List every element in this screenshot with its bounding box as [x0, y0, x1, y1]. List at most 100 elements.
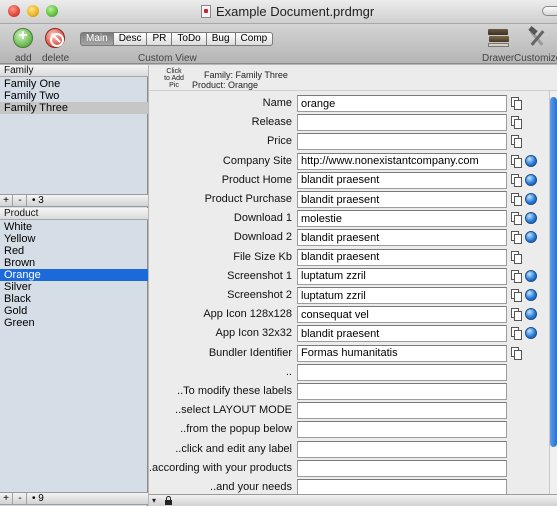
tab-comp[interactable]: Comp	[235, 32, 274, 46]
product-remove-button[interactable]: -	[14, 493, 27, 504]
product-item[interactable]: Yellow	[0, 233, 148, 245]
product-item[interactable]: Brown	[0, 257, 148, 269]
field-label: ..	[285, 365, 292, 378]
form-scrollbar[interactable]	[549, 91, 557, 494]
zoom-window-button[interactable]	[46, 5, 58, 17]
add-icon[interactable]	[13, 27, 33, 48]
field-input[interactable]	[297, 133, 507, 151]
field-label: ..select LAYOUT MODE	[175, 404, 292, 417]
form-row: Screenshot 2	[149, 287, 549, 305]
toolbar-toggle-button[interactable]	[542, 6, 557, 16]
field-input[interactable]	[297, 267, 507, 285]
tab-pr[interactable]: PR	[147, 32, 173, 46]
product-form: Name Release Price Company Site Product Home…	[149, 91, 549, 494]
copy-icon[interactable]	[511, 269, 522, 283]
add-picture-well[interactable]: Click to Add Pic	[163, 68, 185, 89]
field-input[interactable]	[297, 152, 507, 170]
tab-bug[interactable]: Bug	[206, 32, 236, 46]
product-item[interactable]: White	[0, 221, 148, 233]
field-input[interactable]	[297, 325, 507, 343]
field-label: ..To modify these labels	[177, 385, 292, 397]
drawer-button-label[interactable]: Drawer	[482, 53, 514, 64]
view-tabs: Main Desc PR ToDo Bug Comp	[80, 32, 274, 46]
family-count: • 3	[32, 195, 44, 206]
family-item[interactable]: Family One	[0, 78, 148, 90]
toolbar: add delete Main Desc PR ToDo Bug Comp Cu…	[0, 24, 557, 64]
field-input[interactable]	[297, 95, 507, 112]
family-list-header[interactable]: Family	[0, 65, 148, 77]
tab-desc[interactable]: Desc	[113, 32, 148, 46]
copy-icon[interactable]	[511, 231, 522, 245]
field-input[interactable]	[297, 171, 507, 189]
copy-icon[interactable]	[511, 212, 522, 226]
copy-icon[interactable]	[511, 154, 522, 168]
product-summary: Product: Orange	[192, 80, 259, 90]
family-item[interactable]: Family Two	[0, 90, 148, 102]
globe-icon[interactable]	[525, 308, 537, 321]
copy-icon[interactable]	[511, 193, 522, 206]
delete-icon[interactable]	[45, 28, 65, 48]
product-item-selected[interactable]: Orange	[0, 269, 148, 281]
field-input[interactable]	[297, 114, 507, 132]
copy-icon[interactable]	[511, 116, 522, 130]
copy-icon[interactable]	[511, 173, 522, 187]
globe-icon[interactable]	[525, 269, 537, 282]
globe-icon[interactable]	[525, 154, 537, 167]
field-input[interactable]	[297, 363, 507, 381]
field-input[interactable]	[297, 421, 507, 439]
drawer-icon[interactable]	[488, 29, 510, 47]
field-input[interactable]	[297, 248, 507, 266]
field-input[interactable]	[297, 402, 507, 420]
delete-button-label[interactable]: delete	[42, 53, 69, 64]
globe-icon[interactable]	[525, 327, 537, 340]
copy-icon[interactable]	[511, 327, 522, 341]
form-row: Download 2	[149, 229, 549, 247]
add-button-label[interactable]: add	[15, 53, 32, 64]
customize-button-label[interactable]: Customize	[514, 53, 557, 64]
globe-icon[interactable]	[525, 193, 537, 205]
tab-todo[interactable]: ToDo	[172, 32, 207, 46]
copy-icon[interactable]	[511, 289, 522, 302]
field-input[interactable]	[297, 306, 507, 324]
field-input[interactable]	[297, 383, 507, 400]
field-input[interactable]	[297, 479, 507, 494]
field-input[interactable]	[297, 210, 507, 228]
close-window-button[interactable]	[8, 5, 20, 17]
product-item[interactable]: Green	[0, 317, 148, 329]
field-input[interactable]	[297, 344, 507, 362]
globe-icon[interactable]	[525, 212, 537, 225]
form-row: ..click and edit any label	[149, 440, 549, 459]
globe-icon[interactable]	[525, 173, 537, 186]
layout-mode-popup[interactable]: ▾	[152, 496, 156, 505]
customize-icon[interactable]	[527, 26, 547, 48]
family-remove-button[interactable]: -	[14, 195, 27, 206]
field-input[interactable]	[297, 287, 507, 304]
form-row: ..	[149, 363, 549, 382]
product-item[interactable]: Silver	[0, 281, 148, 293]
product-item[interactable]: Black	[0, 293, 148, 305]
family-add-button[interactable]: +	[0, 195, 13, 206]
product-add-button[interactable]: +	[0, 493, 13, 504]
field-input[interactable]	[297, 459, 507, 477]
minimize-window-button[interactable]	[27, 5, 39, 17]
form-row: ..select LAYOUT MODE	[149, 402, 549, 420]
copy-icon[interactable]	[511, 346, 522, 360]
form-scrollbar-thumb[interactable]	[550, 97, 557, 447]
copy-icon[interactable]	[511, 135, 522, 149]
field-input[interactable]	[297, 440, 507, 458]
lock-icon[interactable]	[165, 496, 172, 505]
family-item-selected[interactable]: Family Three	[0, 102, 148, 114]
globe-icon[interactable]	[525, 231, 537, 244]
copy-icon[interactable]	[511, 97, 522, 110]
field-input[interactable]	[297, 191, 507, 208]
copy-icon[interactable]	[511, 250, 522, 264]
product-item[interactable]: Red	[0, 245, 148, 257]
field-input[interactable]	[297, 229, 507, 247]
globe-icon[interactable]	[525, 289, 537, 301]
copy-icon[interactable]	[511, 308, 522, 322]
product-item[interactable]: Gold	[0, 305, 148, 317]
tab-main[interactable]: Main	[80, 32, 114, 46]
product-list-header[interactable]: Product	[0, 208, 148, 220]
form-row: File Size Kb	[149, 248, 549, 267]
custom-view-label: Custom View	[138, 53, 197, 64]
